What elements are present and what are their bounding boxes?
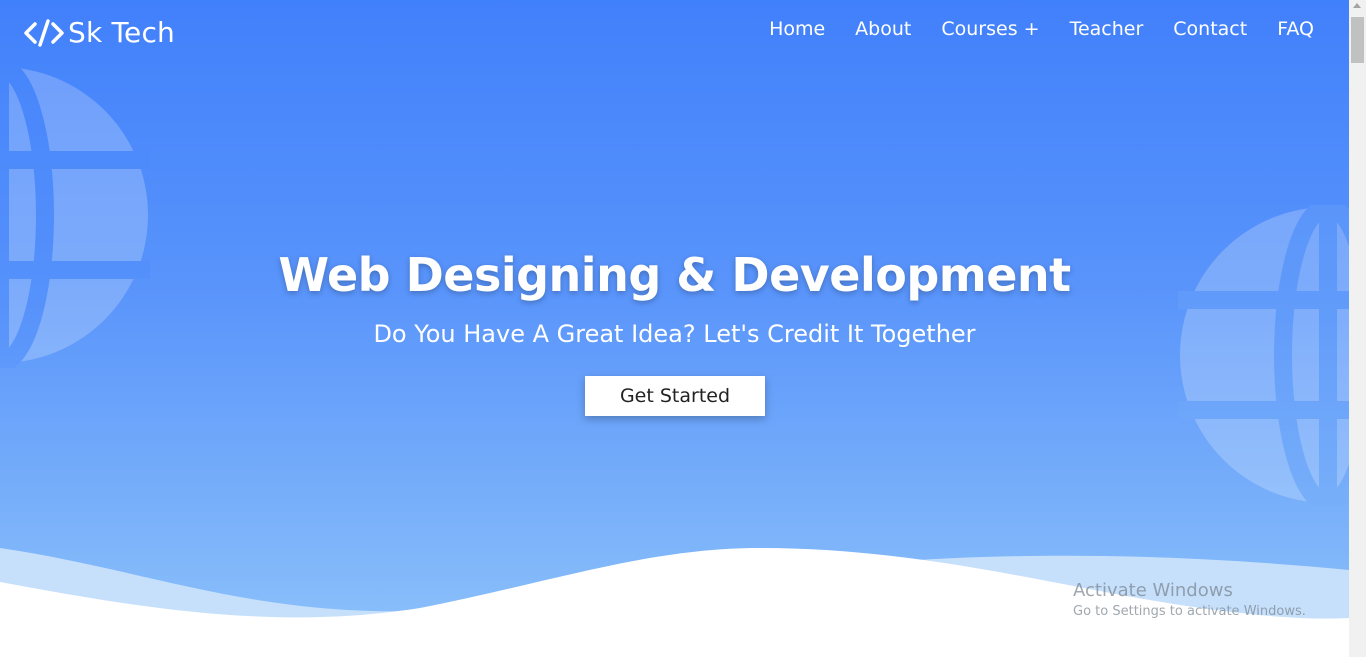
brand-name: Sk Tech [68,16,176,49]
nav-item-courses[interactable]: Courses + [941,18,1039,40]
main-nav: Home About Courses + Teacher Contact FAQ [739,18,1314,40]
code-brackets-icon [24,18,64,47]
nav-item-contact[interactable]: Contact [1173,18,1247,40]
nav-item-about[interactable]: About [855,18,911,40]
hero-subtitle: Do You Have A Great Idea? Let's Credit I… [373,320,976,348]
windows-activation-watermark: Activate Windows Go to Settings to activ… [1073,580,1306,619]
vertical-scrollbar[interactable] [1349,0,1366,657]
scroll-up-arrow-icon[interactable] [1353,3,1361,8]
watermark-subtitle: Go to Settings to activate Windows. [1073,604,1306,619]
hero-title: Web Designing & Development [278,248,1071,302]
nav-item-home[interactable]: Home [769,18,825,40]
scrollbar-thumb[interactable] [1351,17,1364,63]
page: Sk Tech Home About Courses + Teacher Con… [0,0,1349,657]
watermark-title: Activate Windows [1073,580,1233,601]
brand-logo[interactable]: Sk Tech [24,16,175,49]
hero-section: Sk Tech Home About Courses + Teacher Con… [0,0,1349,657]
nav-item-teacher[interactable]: Teacher [1070,18,1144,40]
nav-item-faq[interactable]: FAQ [1277,18,1314,40]
get-started-button[interactable]: Get Started [585,376,765,416]
